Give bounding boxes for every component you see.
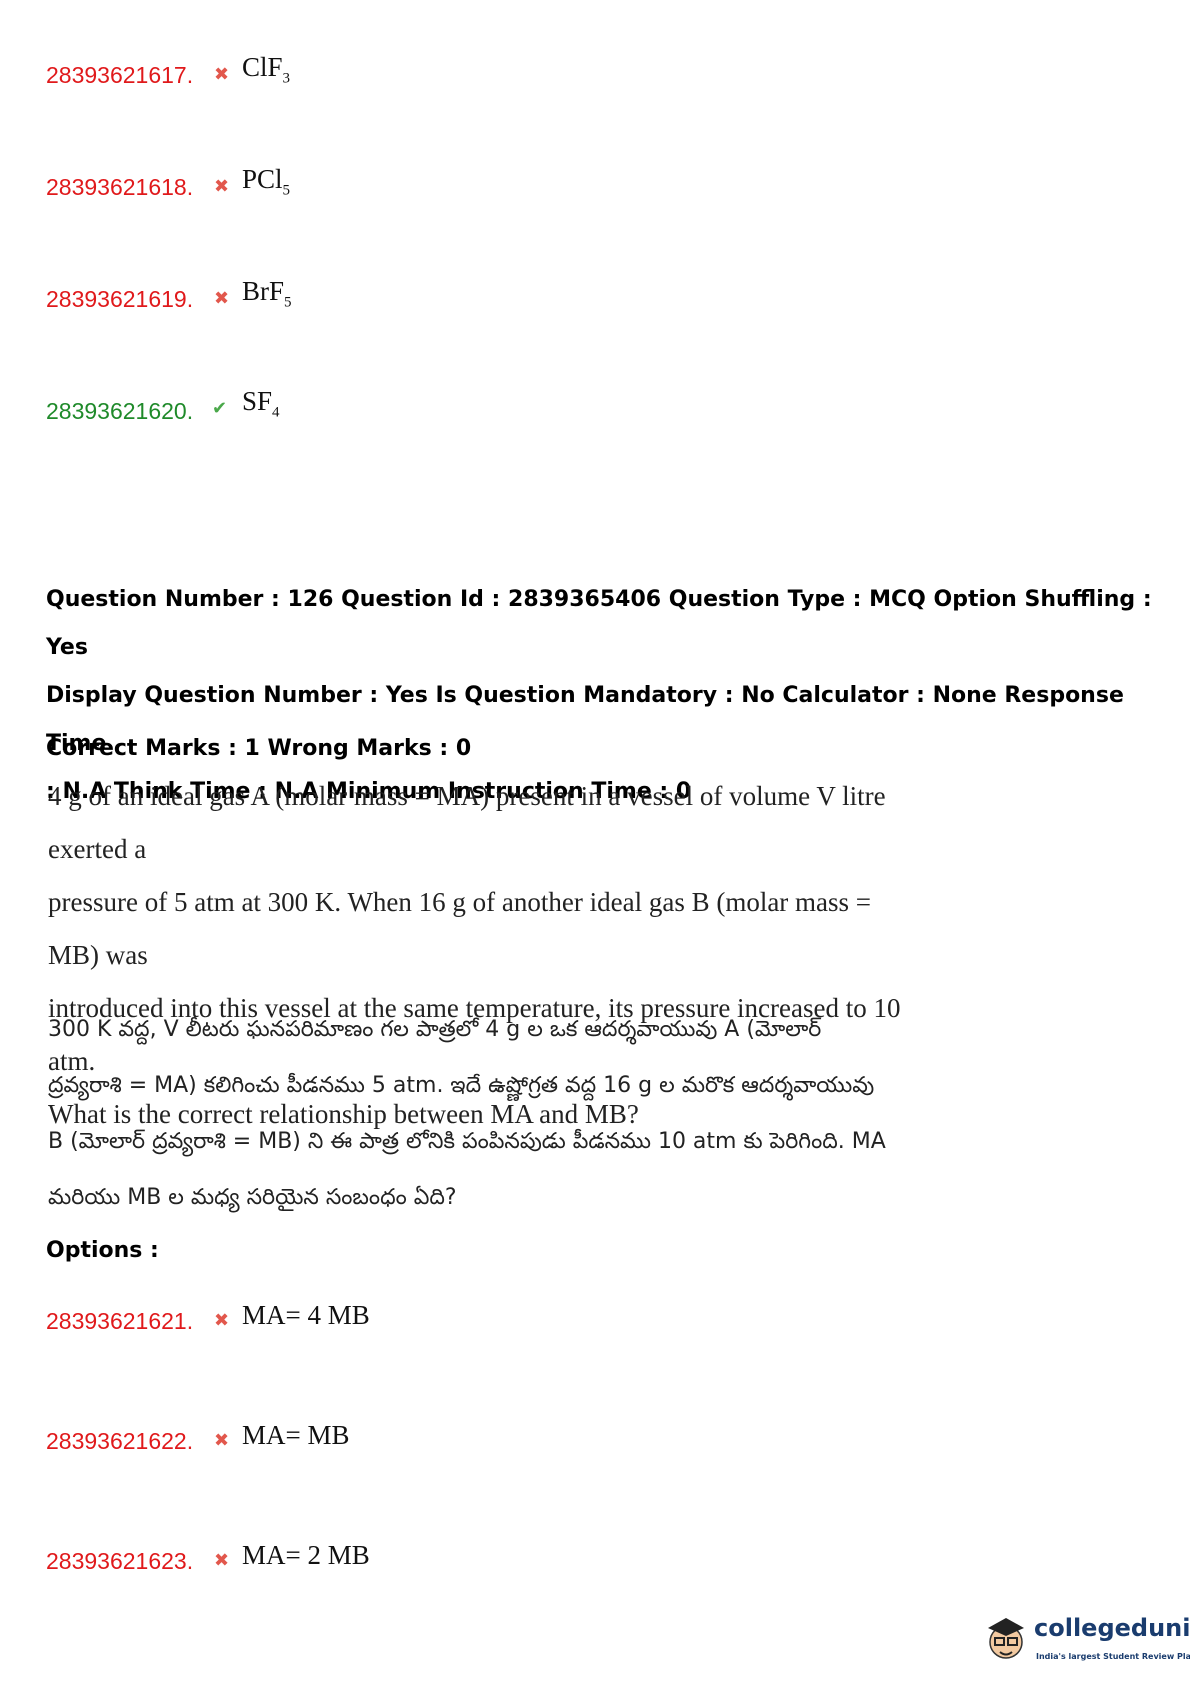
option-text: MA= MB (242, 1420, 350, 1450)
option-number: 28393621623. (46, 1548, 194, 1574)
option-number: 28393621619. (46, 286, 194, 312)
option-number: 28393621617. (46, 62, 194, 88)
option-number: 28393621620. (46, 398, 194, 424)
question-line: pressure of 5 atm at 300 K. When 16 g of… (48, 887, 872, 970)
cross-icon: ✖ (214, 176, 230, 197)
cross-icon: ✖ (214, 288, 230, 309)
question-text-telugu: 300 K వద్ద, V లీటరు ఘనపరిమాణం గల పాత్రలో… (48, 1002, 908, 1226)
question-line: ద్రవ్యరాశి = MA) కలిగించు పీడనము 5 atm. … (48, 1073, 875, 1098)
question-line: మరియు MB ల మధ్య సరియైన సంబంధం ఏది? (48, 1185, 457, 1210)
marks-info: Correct Marks : 1 Wrong Marks : 0 (46, 736, 472, 761)
option-number: 28393621618. (46, 174, 194, 200)
cross-icon: ✖ (214, 1550, 230, 1571)
option-formula: SF4 (242, 386, 280, 421)
option-formula: ClF3 (242, 52, 291, 87)
option-formula: PCl5 (242, 164, 291, 199)
meta-line: Question Number : 126 Question Id : 2839… (46, 587, 1152, 660)
question-line: B (మోలార్ ద్రవ్యరాశి = MB) ని ఈ పాత్ర లో… (48, 1129, 886, 1154)
option-text: MA= 2 MB (242, 1540, 370, 1570)
question-line: 300 K వద్ద, V లీటరు ఘనపరిమాణం గల పాత్రలో… (48, 1017, 822, 1042)
option-text: MA= 4 MB (242, 1300, 370, 1330)
option-number: 28393621622. (46, 1428, 194, 1454)
cross-icon: ✖ (214, 64, 230, 85)
cross-icon: ✖ (214, 1310, 230, 1331)
cross-icon: ✖ (214, 1430, 230, 1451)
question-line: 4 g of an ideal gas A (molar mass = MA) … (48, 781, 886, 864)
options-label: Options : (46, 1238, 159, 1263)
option-formula: BrF5 (242, 276, 292, 311)
option-number: 28393621621. (46, 1308, 194, 1334)
check-icon: ✔ (212, 398, 228, 419)
logo-tagline: India's largest Student Review Platform (1036, 1652, 1190, 1661)
logo-name: collegedunia (1034, 1614, 1190, 1642)
